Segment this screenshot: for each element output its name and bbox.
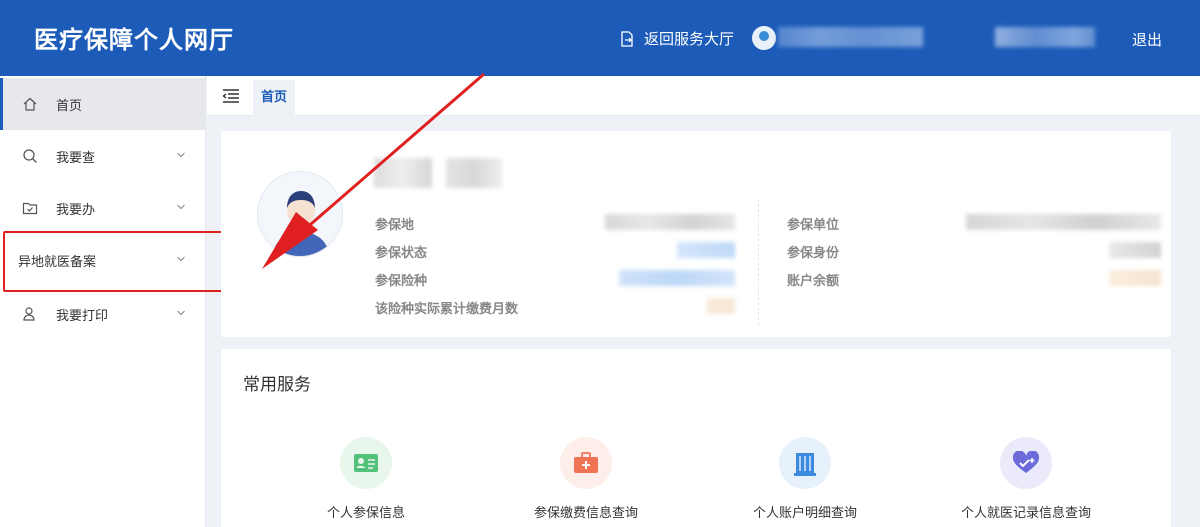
value-insured-status-redacted [677,242,735,258]
label-insured-identity: 参保身份 [787,246,840,261]
value-insurance-type-redacted [619,270,735,286]
id-card-icon [354,454,378,472]
value-insured-identity-redacted [1109,242,1161,258]
user-name-redacted [778,27,923,47]
service-icon-circle [1000,437,1052,489]
services-title: 常用服务 [243,375,311,395]
chevron-down-icon [177,204,185,210]
user-print-icon [23,307,35,321]
service-personal-insurance-info[interactable]: 个人参保信息 [266,437,466,521]
profile-card: 参保地 参保状态 参保险种 该险种实际累计缴费月数 参保单位 参保身份 账户余额 [221,131,1171,337]
value-paid-months-redacted [707,298,735,314]
sidebar-item-handle[interactable]: 我要办 [0,182,206,234]
label-paid-months: 该险种实际累计缴费月数 [375,302,519,317]
label-insured-status: 参保状态 [375,246,428,261]
profile-avatar [257,171,343,257]
label-insured-place: 参保地 [375,218,415,233]
chevron-down-icon [177,152,185,158]
id-redacted [446,158,502,188]
value-insured-place-redacted [605,214,735,230]
back-link-label: 返回服务大厅 [644,30,735,48]
user-avatar[interactable] [752,26,776,50]
heart-plus-icon [1012,451,1040,473]
person-avatar-icon [258,172,342,256]
medical-kit-icon [574,452,598,473]
tab-home[interactable]: 首页 [253,80,296,116]
folder-check-icon [22,202,38,215]
service-label: 个人账户明细查询 [752,506,857,521]
label-account-balance: 账户余额 [787,274,840,289]
building-icon [794,453,816,476]
label-insured-unit: 参保单位 [787,218,840,233]
name-redacted [374,158,432,188]
sidebar-item-print[interactable]: 我要打印 [0,288,206,340]
service-icon-circle [779,437,831,489]
chevron-down-icon [177,310,185,316]
service-medical-record-query[interactable]: 个人就医记录信息查询 [926,437,1126,521]
value-account-balance-redacted [1109,270,1161,286]
sidebar-item-label: 异地就医备案 [18,254,97,270]
service-label: 参保缴费信息查询 [533,506,638,521]
menu-collapse-icon[interactable] [222,88,240,104]
sidebar: 首页 我要查 我要办 异地就医备案 我要打印 [0,76,206,527]
sidebar-item-remote-medical-filing[interactable]: 异地就医备案 [0,234,206,286]
sidebar-item-label: 我要办 [56,202,96,218]
top-header: 医疗保障个人网厅 返回服务大厅 退出 [0,0,1200,76]
home-icon [23,97,37,111]
service-label: 个人参保信息 [326,506,405,521]
value-insured-unit-redacted [966,214,1161,230]
tab-bar: 首页 [207,76,1200,116]
sidebar-item-query[interactable]: 我要查 [0,130,206,182]
sidebar-item-label: 我要打印 [56,308,109,324]
service-icon-circle [340,437,392,489]
common-services-card: 常用服务 个人参保信息 参保缴费信息查询 个人账户明细查询 个人就医记录信息查询 [221,349,1171,527]
divider [758,199,759,325]
logout-button[interactable]: 退出 [1132,29,1162,50]
app-title: 医疗保障个人网厅 [34,26,234,54]
service-account-detail-query[interactable]: 个人账户明细查询 [705,437,905,521]
sidebar-item-label: 首页 [56,98,83,114]
service-icon-circle [560,437,612,489]
sidebar-item-label: 我要查 [56,150,96,166]
back-to-service-hall-link[interactable]: 返回服务大厅 [620,28,734,49]
service-payment-query[interactable]: 参保缴费信息查询 [486,437,686,521]
user-info-redacted [995,27,1095,47]
chevron-down-icon [177,256,185,262]
sidebar-item-home[interactable]: 首页 [0,78,206,130]
service-label: 个人就医记录信息查询 [960,506,1091,521]
document-exit-icon [621,30,633,47]
label-insurance-type: 参保险种 [375,274,428,289]
search-icon [23,149,37,163]
